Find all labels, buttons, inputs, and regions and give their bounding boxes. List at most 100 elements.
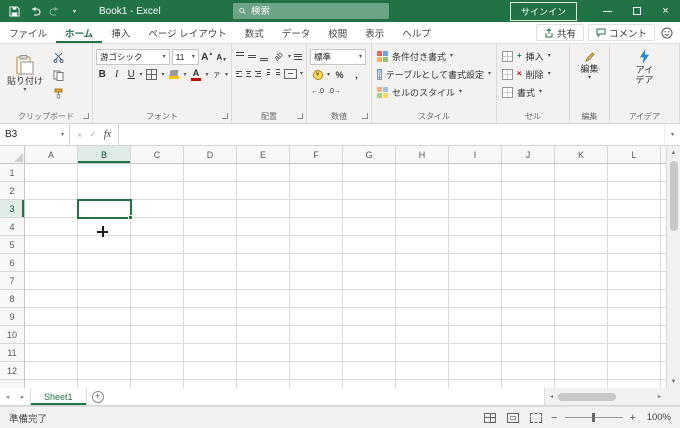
redo-button[interactable]	[46, 2, 63, 20]
search-box[interactable]	[233, 3, 389, 19]
select-all-button[interactable]	[0, 146, 25, 164]
vertical-scrollbar[interactable]: ▲ ▼	[666, 146, 680, 388]
grow-font-button[interactable]: A ▲	[201, 50, 214, 65]
column-header[interactable]: J	[502, 146, 555, 163]
orientation-button[interactable]: ab	[271, 49, 286, 64]
column-header-selected[interactable]: B	[78, 146, 131, 163]
merge-center-dropdown[interactable]: ▾	[300, 71, 303, 77]
percent-style-button[interactable]: %	[332, 67, 347, 82]
font-color-button[interactable]: A	[189, 67, 204, 82]
alignment-dialog-launcher[interactable]	[297, 113, 303, 119]
row-header[interactable]: 10	[0, 326, 24, 344]
column-header[interactable]: F	[290, 146, 343, 163]
normal-view-button[interactable]	[482, 411, 498, 425]
row-header[interactable]: 6	[0, 254, 24, 272]
shrink-font-button[interactable]: A ▼	[215, 50, 228, 65]
page-break-view-button[interactable]	[528, 411, 544, 425]
format-cells-button[interactable]: 書式 ▾	[500, 83, 566, 101]
insert-function-button[interactable]: fx	[104, 129, 111, 140]
increase-decimal-button[interactable]: ←.0	[310, 84, 325, 99]
row-header[interactable]: 4	[0, 218, 24, 236]
fill-handle[interactable]	[128, 215, 133, 220]
borders-dropdown[interactable]: ▾	[161, 72, 164, 78]
align-center-icon[interactable]	[245, 68, 253, 79]
underline-dropdown[interactable]: ▾	[139, 72, 142, 78]
selected-cell-b3[interactable]	[77, 199, 133, 220]
close-button[interactable]: ×	[651, 0, 680, 22]
column-header[interactable]: A	[25, 146, 78, 163]
row-header[interactable]: 2	[0, 182, 24, 200]
name-box-dropdown[interactable]: ▾	[61, 132, 64, 138]
vertical-scroll-thumb[interactable]	[669, 161, 678, 231]
editing-button[interactable]: 編集 ▾	[573, 51, 606, 81]
number-format-combo[interactable]: 標準 ▾	[310, 49, 366, 65]
search-input[interactable]	[251, 5, 383, 17]
font-name-combo[interactable]: 游ゴシック ▾	[96, 49, 170, 65]
scroll-right-button[interactable]: ▸	[653, 393, 666, 400]
row-header[interactable]: 5	[0, 236, 24, 254]
tab-insert[interactable]: 挿入	[102, 22, 139, 43]
insert-cells-button[interactable]: + 挿入 ▾	[500, 47, 566, 65]
delete-cells-button[interactable]: × 削除 ▾	[500, 65, 566, 83]
decrease-indent-icon[interactable]	[264, 68, 272, 79]
sign-in-button[interactable]: サインイン	[509, 1, 577, 21]
tab-file[interactable]: ファイル	[0, 22, 56, 43]
currency-dropdown[interactable]: ▾	[327, 72, 330, 78]
font-color-dropdown[interactable]: ▾	[206, 72, 209, 78]
scroll-up-button[interactable]: ▲	[667, 146, 680, 159]
horizontal-scroll-thumb[interactable]	[558, 392, 616, 401]
column-header[interactable]: C	[131, 146, 184, 163]
customize-qat-button[interactable]: ▾	[66, 2, 83, 20]
sheet-nav-left[interactable]: ◂	[0, 388, 15, 405]
fill-color-button[interactable]	[166, 67, 181, 82]
clipboard-dialog-launcher[interactable]	[83, 113, 89, 119]
formula-input[interactable]	[119, 124, 664, 145]
column-header[interactable]: G	[343, 146, 396, 163]
horizontal-scrollbar[interactable]: ◂ ▸	[544, 388, 666, 405]
comments-button[interactable]: コメント	[587, 24, 655, 41]
zoom-in-button[interactable]: +	[630, 412, 636, 424]
zoom-out-button[interactable]: −	[551, 412, 557, 424]
tab-data[interactable]: データ	[273, 22, 320, 43]
cut-button[interactable]	[51, 50, 66, 65]
comma-style-button[interactable]: ,	[349, 67, 364, 82]
ideas-button[interactable]: アイデア	[613, 49, 676, 86]
phonetic-guide-dropdown[interactable]: ▾	[225, 72, 228, 78]
increase-indent-icon[interactable]	[273, 68, 281, 79]
column-header[interactable]: H	[396, 146, 449, 163]
zoom-slider-thumb[interactable]	[591, 413, 595, 422]
currency-format-button[interactable]: ¥	[310, 67, 325, 82]
wrap-text-icon[interactable]	[293, 51, 303, 62]
row-header[interactable]: 7	[0, 272, 24, 290]
align-middle-icon[interactable]	[247, 51, 257, 62]
row-header[interactable]: 8	[0, 290, 24, 308]
align-bottom-icon[interactable]	[259, 51, 269, 62]
conditional-formatting-button[interactable]: 条件付き書式 ▾	[375, 47, 493, 65]
maximize-button[interactable]	[622, 0, 651, 22]
sheet-tab-sheet1[interactable]: Sheet1	[30, 388, 87, 405]
align-right-icon[interactable]	[254, 68, 262, 79]
decrease-decimal-button[interactable]: .0→	[327, 84, 342, 99]
fill-color-dropdown[interactable]: ▾	[183, 72, 186, 78]
italic-button[interactable]: I	[110, 67, 122, 82]
row-header-selected[interactable]: 3	[0, 200, 24, 218]
row-header[interactable]: 1	[0, 164, 24, 182]
sheet-nav-right[interactable]: ▸	[15, 388, 30, 405]
page-layout-view-button[interactable]	[505, 411, 521, 425]
paste-button[interactable]: 貼り付け ▾	[3, 47, 47, 101]
feedback-button[interactable]	[659, 25, 675, 41]
cancel-button[interactable]: ×	[77, 130, 82, 140]
tab-review[interactable]: 校閲	[319, 22, 356, 43]
new-sheet-button[interactable]: +	[87, 388, 109, 405]
scroll-down-button[interactable]: ▼	[667, 375, 680, 388]
enter-button[interactable]: ✓	[89, 129, 97, 140]
format-as-table-button[interactable]: テーブルとして書式設定 ▾	[375, 65, 493, 83]
tab-home[interactable]: ホーム	[56, 22, 102, 43]
bold-button[interactable]: B	[96, 67, 108, 82]
zoom-slider[interactable]	[564, 413, 623, 422]
tab-help[interactable]: ヘルプ	[393, 22, 440, 43]
cell-grid[interactable]	[25, 164, 666, 388]
row-header[interactable]: 9	[0, 308, 24, 326]
share-button[interactable]: 共有	[535, 24, 584, 41]
tab-formulas[interactable]: 数式	[236, 22, 273, 43]
